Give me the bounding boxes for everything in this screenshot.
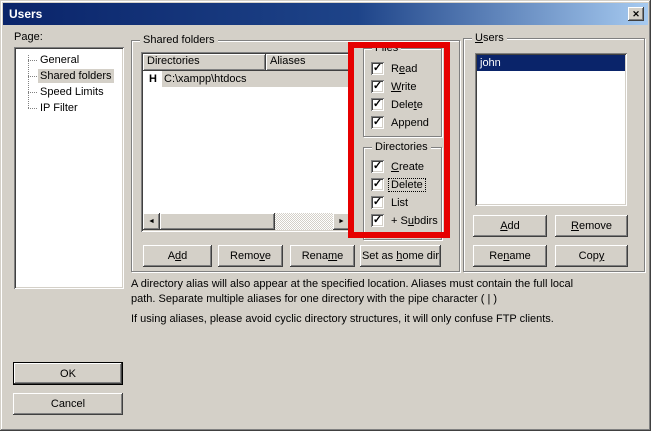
user-name: john (480, 57, 501, 69)
copy-user-button[interactable]: Copy (555, 245, 628, 267)
directories-group-label: Directories (372, 141, 431, 153)
tree-item-label: Shared folders (38, 69, 114, 83)
close-button[interactable]: ✕ (628, 7, 644, 21)
scroll-right-button[interactable]: ► (333, 213, 350, 230)
checkbox-dirs-subdirs[interactable]: ✓ + Subdirs (371, 214, 440, 227)
checkbox-files-write[interactable]: ✓ Write (371, 80, 418, 93)
home-indicator: H (143, 71, 162, 87)
shared-folders-group-label: Shared folders (140, 34, 218, 46)
close-icon: ✕ (632, 10, 640, 19)
files-group-label: Files (372, 42, 401, 54)
checkbox-icon: ✓ (371, 98, 384, 111)
page-label: Page: (14, 31, 43, 43)
checkbox-icon: ✓ (371, 80, 384, 93)
arrow-right-icon: ► (338, 218, 345, 225)
tree-item-label: IP Filter (38, 101, 80, 115)
remove-directory-button[interactable]: Remove (218, 245, 283, 267)
window-title: Users (3, 7, 42, 21)
directory-path: C:\xampp\htdocs (162, 71, 350, 87)
checkbox-files-append[interactable]: ✓ Append (371, 116, 431, 129)
rename-user-button[interactable]: Rename (473, 245, 547, 267)
checkbox-files-read[interactable]: ✓ Read (371, 62, 419, 75)
users-list: john (475, 53, 627, 206)
checkbox-icon: ✓ (371, 160, 384, 173)
directories-listview: Directories Aliases H C:\xampp\htdocs ◄ … (141, 52, 352, 232)
rename-directory-button[interactable]: Rename (290, 245, 355, 267)
check-icon: ✓ (373, 81, 382, 92)
user-row-john[interactable]: john (477, 55, 625, 71)
checkbox-icon: ✓ (371, 178, 384, 191)
check-icon: ✓ (373, 63, 382, 74)
scroll-left-button[interactable]: ◄ (143, 213, 160, 230)
check-icon: ✓ (373, 179, 382, 190)
page-tree: General Shared folders Speed Limits IP F… (14, 47, 124, 289)
users-dialog: Users ✕ Page: General Shared folders Spe… (0, 0, 651, 431)
checkbox-icon: ✓ (371, 214, 384, 227)
directory-row[interactable]: H C:\xampp\htdocs (143, 71, 350, 87)
tree-item-label: General (38, 53, 81, 67)
column-header-directories[interactable]: Directories (143, 54, 266, 71)
tree-item-ip-filter[interactable]: IP Filter (22, 100, 124, 116)
checkbox-dirs-create[interactable]: ✓ Create (371, 160, 426, 173)
alias-note-line2: path. Separate multiple aliases for one … (131, 293, 497, 305)
listview-header: Directories Aliases (143, 54, 350, 71)
set-as-home-dir-button[interactable]: Set as home dir (360, 245, 441, 267)
ok-button[interactable]: OK (13, 362, 123, 385)
checkbox-dirs-delete[interactable]: ✓ Delete (371, 178, 425, 191)
scrollbar-track[interactable] (275, 213, 333, 230)
arrow-left-icon: ◄ (148, 218, 155, 225)
check-icon: ✓ (373, 215, 382, 226)
tree-item-speed-limits[interactable]: Speed Limits (22, 84, 124, 100)
check-icon: ✓ (373, 197, 382, 208)
add-directory-button[interactable]: Add (143, 245, 212, 267)
alias-note-line3: If using aliases, please avoid cyclic di… (131, 313, 554, 325)
checkbox-files-delete[interactable]: ✓ Delete (371, 98, 425, 111)
checkbox-dirs-list[interactable]: ✓ List (371, 196, 410, 209)
check-icon: ✓ (373, 161, 382, 172)
checkbox-icon: ✓ (371, 116, 384, 129)
remove-user-button[interactable]: Remove (555, 215, 628, 237)
title-bar[interactable]: Users ✕ (3, 3, 648, 25)
cancel-button[interactable]: Cancel (13, 393, 123, 415)
scrollbar-thumb[interactable] (160, 213, 275, 230)
checkbox-icon: ✓ (371, 196, 384, 209)
horizontal-scrollbar[interactable]: ◄ ► (143, 213, 350, 230)
check-icon: ✓ (373, 99, 382, 110)
column-header-aliases[interactable]: Aliases (266, 54, 350, 71)
tree-item-label: Speed Limits (38, 85, 106, 99)
alias-note-line1: A directory alias will also appear at th… (131, 278, 573, 290)
tree-item-shared-folders[interactable]: Shared folders (22, 68, 124, 84)
checkbox-icon: ✓ (371, 62, 384, 75)
users-group-label: Users (472, 32, 507, 44)
tree-item-general[interactable]: General (22, 52, 124, 68)
check-icon: ✓ (373, 117, 382, 128)
add-user-button[interactable]: Add (473, 215, 547, 237)
